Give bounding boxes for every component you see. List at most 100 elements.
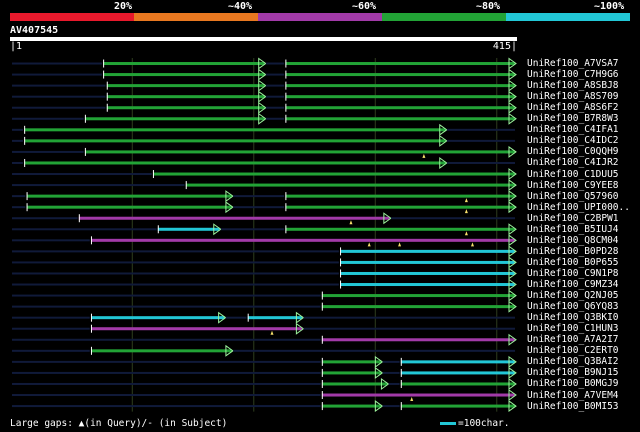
hit-name-link[interactable]: UniRef100_C4IJR2	[527, 157, 619, 168]
hit-name-link[interactable]: UniRef100_A8S6F2	[527, 102, 619, 113]
hit-name-link[interactable]: UniRef100_Q2NJ05	[527, 290, 619, 301]
aligned-segment	[285, 73, 515, 77]
segment-start-tick	[321, 379, 323, 388]
hit-row[interactable]	[12, 157, 515, 169]
hit-row[interactable]	[12, 366, 517, 379]
hit-row[interactable]	[12, 190, 517, 203]
hit-row[interactable]	[12, 168, 517, 180]
hit-row[interactable]	[12, 79, 517, 92]
query-gap-marker-icon	[398, 242, 402, 247]
hit-name-link[interactable]: UniRef100_B0P655	[527, 257, 619, 268]
hit-row[interactable]	[12, 344, 515, 357]
hit-name-link[interactable]: UniRef100_C9YEE8	[527, 180, 619, 191]
aligned-segment	[285, 117, 515, 121]
hit-name-link[interactable]: UniRef100_A7VEM4	[527, 390, 619, 401]
hit-row[interactable]	[12, 322, 515, 335]
segment-start-tick	[400, 379, 402, 388]
unaligned-segment	[446, 161, 515, 164]
segment-start-tick	[185, 181, 187, 190]
hit-row[interactable]	[12, 378, 517, 390]
hit-name-link[interactable]: UniRef100_Q3BKI0	[527, 312, 619, 323]
hit-name-link[interactable]: UniRef100_C1HUN3	[527, 323, 619, 334]
aligned-segment	[340, 271, 515, 275]
hit-name-link[interactable]: UniRef100_C9MZ34	[527, 279, 619, 290]
hit-row[interactable]	[12, 223, 517, 236]
unaligned-segment	[12, 261, 339, 264]
hit-row[interactable]	[12, 234, 517, 247]
segment-start-tick	[106, 92, 108, 101]
hit-name-link[interactable]: UniRef100_A7A2I7	[527, 334, 619, 345]
unaligned-segment	[303, 327, 515, 330]
hit-name-link[interactable]: UniRef100_C7H9G6	[527, 69, 619, 80]
hit-row[interactable]	[12, 355, 517, 368]
hit-row[interactable]	[12, 90, 517, 103]
segment-start-tick	[26, 203, 28, 212]
hit-row[interactable]	[12, 400, 517, 413]
segment-start-tick	[84, 147, 86, 156]
unaligned-segment	[12, 195, 26, 198]
hit-name-link[interactable]: UniRef100_A7VSA7	[527, 58, 619, 69]
hit-row[interactable]	[12, 201, 517, 214]
aligned-segment	[340, 283, 515, 287]
hit-name-link[interactable]: UniRef100_A8SBJ8	[527, 80, 619, 91]
hit-row[interactable]	[12, 278, 517, 291]
unaligned-segment	[12, 349, 90, 352]
unaligned-segment	[12, 84, 106, 87]
hit-row[interactable]	[12, 123, 515, 136]
hit-name-link[interactable]: UniRef100_C9N1P8	[527, 268, 619, 279]
hit-name-link[interactable]: UniRef100_Q6YQ83	[527, 301, 619, 312]
unaligned-segment	[12, 305, 321, 308]
hit-name-link[interactable]: UniRef100_C2ERT0	[527, 345, 619, 356]
hit-row[interactable]	[12, 112, 517, 125]
hit-name-link[interactable]: UniRef100_UPI000..	[527, 202, 630, 213]
hit-name-link[interactable]: UniRef100_Q57960	[527, 191, 619, 202]
hit-name-link[interactable]: UniRef100_B0PD28	[527, 246, 619, 257]
hit-row[interactable]	[12, 68, 517, 81]
hit-name-link[interactable]: UniRef100_C0QQH9	[527, 146, 619, 157]
segment-start-tick	[24, 136, 26, 145]
aligned-segment	[285, 194, 515, 198]
unaligned-segment	[12, 173, 152, 176]
segment-start-tick	[400, 402, 402, 411]
hit-row[interactable]	[12, 300, 517, 313]
aligned-segment	[103, 73, 265, 77]
unaligned-segment	[233, 206, 285, 209]
hit-name-link[interactable]: UniRef100_B0MGJ9	[527, 378, 619, 389]
hit-row[interactable]	[12, 245, 517, 258]
hit-row[interactable]	[12, 179, 517, 192]
segment-start-tick	[321, 402, 323, 411]
hit-name-link[interactable]: UniRef100_C4IFA1	[527, 124, 619, 135]
hit-row[interactable]	[12, 389, 517, 402]
segment-start-tick	[321, 291, 323, 300]
hit-row[interactable]	[12, 101, 517, 114]
hit-name-link[interactable]: UniRef100_B5IUJ4	[527, 224, 619, 235]
hit-row[interactable]	[12, 333, 517, 346]
hit-name-link[interactable]: UniRef100_B0MI53	[527, 401, 619, 412]
hit-name-link[interactable]: UniRef100_Q8CM04	[527, 235, 619, 246]
query-gap-marker-icon	[349, 220, 353, 225]
hit-name-link[interactable]: UniRef100_A8S709	[527, 91, 619, 102]
unaligned-segment	[382, 405, 400, 408]
hit-name-link[interactable]: UniRef100_C4IDC2	[527, 135, 619, 146]
aligned-segment	[340, 249, 515, 253]
unaligned-segment	[12, 106, 106, 109]
aligned-segment	[247, 316, 303, 320]
hit-name-link[interactable]: UniRef100_Q3BAI2	[527, 356, 619, 367]
hit-row[interactable]	[12, 267, 517, 280]
hit-row[interactable]	[12, 57, 517, 70]
unaligned-segment	[12, 382, 321, 385]
aligned-segment	[321, 305, 515, 309]
aligned-segment	[400, 404, 515, 408]
hit-row[interactable]	[12, 134, 515, 147]
hit-row[interactable]	[12, 145, 517, 158]
unaligned-segment	[220, 228, 285, 231]
hit-name-link[interactable]: UniRef100_C2BPW1	[527, 213, 619, 224]
hit-row[interactable]	[12, 289, 517, 302]
hit-row[interactable]	[12, 256, 517, 269]
hit-name-link[interactable]: UniRef100_B7R8W3	[527, 113, 619, 124]
hit-name-link[interactable]: UniRef100_B9NJ15	[527, 367, 619, 378]
hit-row[interactable]	[12, 212, 515, 225]
hit-name-link[interactable]: UniRef100_C1DUU5	[527, 169, 619, 180]
aligned-segment	[26, 194, 232, 198]
hit-row[interactable]	[12, 311, 515, 324]
